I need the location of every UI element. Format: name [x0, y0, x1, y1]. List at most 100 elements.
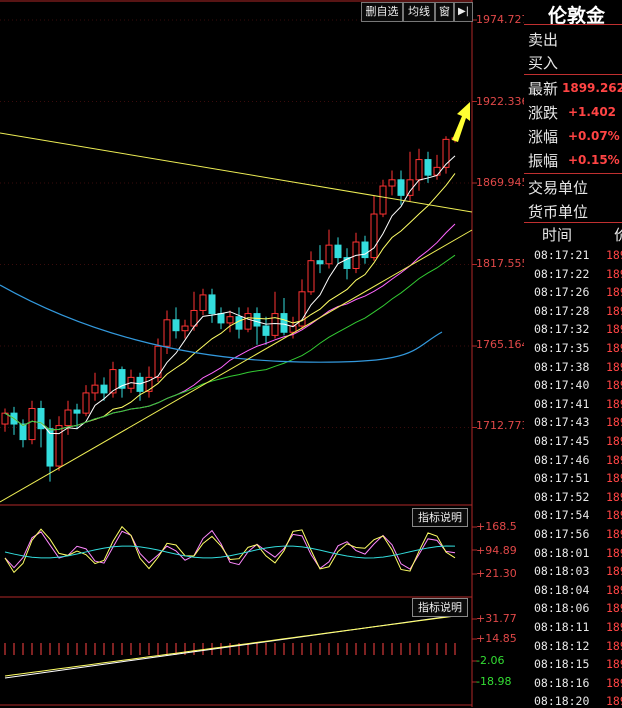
osc2-line-b — [4, 615, 456, 677]
candle-body — [244, 313, 252, 330]
candle-body — [181, 325, 189, 332]
tick-price: 189 — [606, 601, 622, 616]
candle-body — [271, 313, 279, 336]
trade-unit-label: 交易单位 — [528, 179, 589, 197]
candle-body — [406, 179, 414, 196]
up-arrow-annotation — [452, 102, 470, 142]
tick-time: 08:17:41 — [534, 396, 590, 411]
candle-body — [334, 244, 342, 259]
tick-time: 08:17:54 — [534, 508, 590, 523]
change-value: +1.402 — [568, 105, 617, 119]
divider — [524, 74, 622, 75]
candle-body — [172, 319, 180, 332]
indicator-help-button-2[interactable]: 指标说明 — [412, 598, 468, 617]
candle-body — [19, 423, 27, 441]
window-button[interactable]: 窗 — [435, 2, 454, 22]
tick-time: 08:17:40 — [534, 378, 590, 393]
tick-price: 189 — [606, 378, 622, 393]
tick-price: 189 — [606, 694, 622, 708]
candle-body — [280, 313, 288, 333]
tick-price: 189 — [606, 657, 622, 672]
latest-label: 最新 — [528, 80, 559, 98]
delete-watchlist-button[interactable]: 删自选 — [361, 2, 403, 22]
moving-average-button[interactable]: 均线 — [403, 2, 435, 22]
candle-body — [325, 244, 333, 265]
tick-price: 189 — [606, 434, 622, 448]
tick-time: 08:17:56 — [534, 527, 590, 541]
tick-time: 08:17:45 — [534, 434, 590, 448]
tick-price: 189 — [606, 266, 622, 281]
osc1-axis-label: +94.89 — [476, 544, 517, 557]
tick-price: 189 — [606, 508, 622, 523]
candle-body — [433, 166, 441, 176]
price-axis-label: 1817.555 — [476, 257, 529, 270]
candle-body — [217, 313, 225, 324]
tick-price: 189 — [606, 545, 622, 560]
tick-price: 189 — [606, 322, 622, 337]
tick-time: 08:18:11 — [534, 620, 590, 634]
tick-price: 189 — [606, 638, 622, 653]
tick-time: 08:18:01 — [534, 545, 590, 560]
divider — [524, 24, 622, 25]
tick-price: 189 — [606, 675, 622, 690]
change-pct-label: 涨幅 — [528, 128, 559, 146]
tick-price: 189 — [606, 359, 622, 374]
buy-label: 买入 — [528, 54, 559, 72]
candle-body — [442, 138, 450, 168]
price-axis-label: 1765.164 — [476, 338, 529, 351]
tick-time: 08:17:28 — [534, 303, 590, 318]
tick-price: 189 — [606, 452, 622, 467]
candle-body — [388, 179, 396, 187]
price-axis-label: 1922.336 — [476, 95, 529, 108]
candle-body — [73, 409, 81, 414]
candle-body — [100, 384, 108, 394]
osc1-line-c — [4, 545, 456, 559]
osc2-axis-label: +14.85 — [476, 632, 517, 645]
price-axis-label: 1712.773 — [476, 419, 529, 432]
candle-body — [163, 319, 171, 347]
tick-time: 08:17:38 — [534, 359, 590, 374]
tick-time: 08:17:46 — [534, 452, 590, 467]
tick-time: 08:18:03 — [534, 564, 590, 579]
candle-body — [262, 325, 270, 336]
candle-body — [235, 316, 243, 330]
tick-time: 08:17:22 — [534, 266, 590, 281]
osc1-line-b — [4, 525, 456, 574]
candle-body — [307, 260, 315, 293]
tick-time: 08:17:26 — [534, 285, 590, 300]
osc2-axis-label: -18.98 — [476, 675, 512, 688]
tick-time: 08:17:35 — [534, 341, 590, 355]
amplitude-value: +0.15% — [568, 153, 620, 167]
osc2-axis-label: -2.06 — [476, 654, 505, 667]
tick-time: 08:18:16 — [534, 675, 590, 690]
candle-body — [379, 185, 387, 215]
collapse-panel-button[interactable]: ▶| — [454, 2, 473, 22]
tick-price: 189 — [606, 489, 622, 504]
candle-body — [253, 313, 261, 327]
tick-price: 189 — [606, 341, 622, 355]
tick-price: 189 — [606, 471, 622, 486]
change-label: 涨跌 — [528, 104, 559, 122]
candle-body — [82, 392, 90, 414]
tick-time: 08:17:43 — [534, 415, 590, 430]
currency-unit-label: 货币单位 — [528, 203, 589, 221]
latest-value: 1899.262 — [562, 81, 622, 95]
ticks-time-header: 时间 — [542, 226, 573, 244]
candle-body — [226, 316, 234, 324]
amplitude-label: 振幅 — [528, 152, 559, 170]
tick-time: 08:18:04 — [534, 582, 590, 597]
tick-time: 08:17:51 — [534, 471, 590, 486]
quote-panel: 伦敦金 卖出 买入 最新 1899.262 涨跌 +1.402 涨幅 +0.07… — [524, 0, 622, 708]
candle-body — [55, 425, 63, 467]
candle-body — [424, 159, 432, 176]
candle-body — [28, 407, 36, 441]
indicator-help-button-1[interactable]: 指标说明 — [412, 508, 468, 527]
ma30-line — [4, 254, 456, 431]
tick-price: 189 — [606, 582, 622, 597]
candle-body — [415, 159, 423, 181]
tick-time: 08:18:20 — [534, 694, 590, 708]
ma10-line — [4, 173, 456, 431]
change-pct-value: +0.07% — [568, 129, 620, 143]
candle-body — [316, 260, 324, 265]
candle-body — [91, 384, 99, 394]
